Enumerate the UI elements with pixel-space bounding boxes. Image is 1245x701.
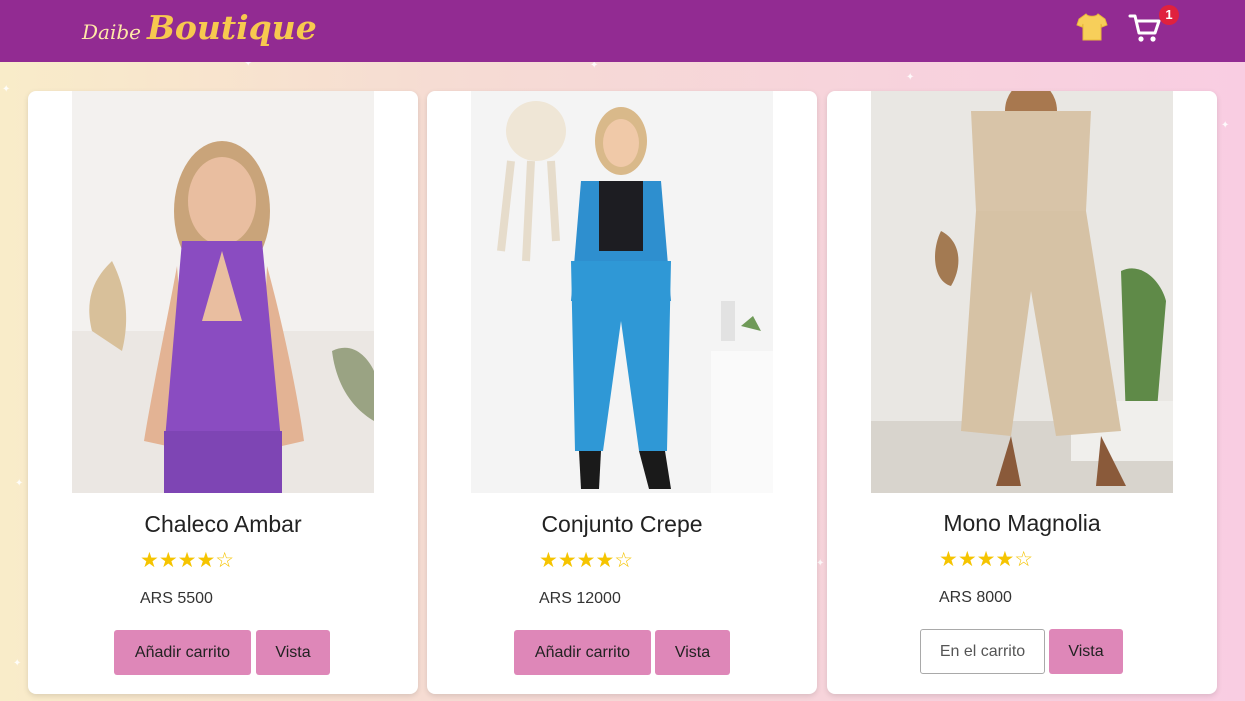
product-card: Mono Magnolia ★★★★☆ ARS 8000 En el carri…	[827, 91, 1217, 694]
rating-stars: ★★★★☆	[539, 549, 634, 572]
sparkle-decoration: ✦	[15, 478, 24, 489]
shirt-icon[interactable]	[1076, 12, 1108, 42]
view-button[interactable]: Vista	[256, 630, 330, 675]
sparkle-decoration: ✦	[13, 658, 22, 669]
sparkle-decoration: ✦	[906, 72, 915, 83]
navbar: Daibe Boutique 1	[0, 0, 1245, 62]
product-image[interactable]	[72, 91, 374, 493]
rating-stars: ★★★★☆	[140, 549, 235, 572]
product-title: Mono Magnolia	[943, 510, 1101, 536]
view-button[interactable]: Vista	[655, 630, 730, 675]
cart-count-badge: 1	[1159, 5, 1179, 25]
cart-icon[interactable]	[1128, 12, 1162, 44]
product-image[interactable]	[871, 91, 1173, 493]
add-to-cart-button[interactable]: Añadir carrito	[514, 630, 651, 675]
site-logo[interactable]: Daibe Boutique	[82, 8, 317, 47]
product-price: ARS 8000	[939, 589, 1012, 606]
product-title: Conjunto Crepe	[541, 511, 703, 537]
product-image[interactable]	[471, 91, 773, 493]
product-price: ARS 12000	[539, 590, 621, 607]
logo-text-small: Daibe	[82, 20, 141, 44]
add-to-cart-button[interactable]: Añadir carrito	[114, 630, 251, 675]
sparkle-decoration: ✦	[816, 558, 825, 569]
product-price: ARS 5500	[140, 590, 213, 607]
rating-stars: ★★★★☆	[939, 548, 1034, 571]
product-title: Chaleco Ambar	[144, 511, 302, 537]
product-card: Conjunto Crepe ★★★★☆ ARS 12000 Añadir ca…	[427, 91, 817, 694]
logo-text-big: Boutique	[147, 8, 317, 47]
in-cart-button[interactable]: En el carrito	[920, 629, 1045, 674]
sparkle-decoration: ✦	[1221, 120, 1230, 131]
product-card: Chaleco Ambar ★★★★☆ ARS 5500 Añadir carr…	[28, 91, 418, 694]
sparkle-decoration: ✦	[2, 84, 11, 95]
view-button[interactable]: Vista	[1049, 629, 1123, 674]
